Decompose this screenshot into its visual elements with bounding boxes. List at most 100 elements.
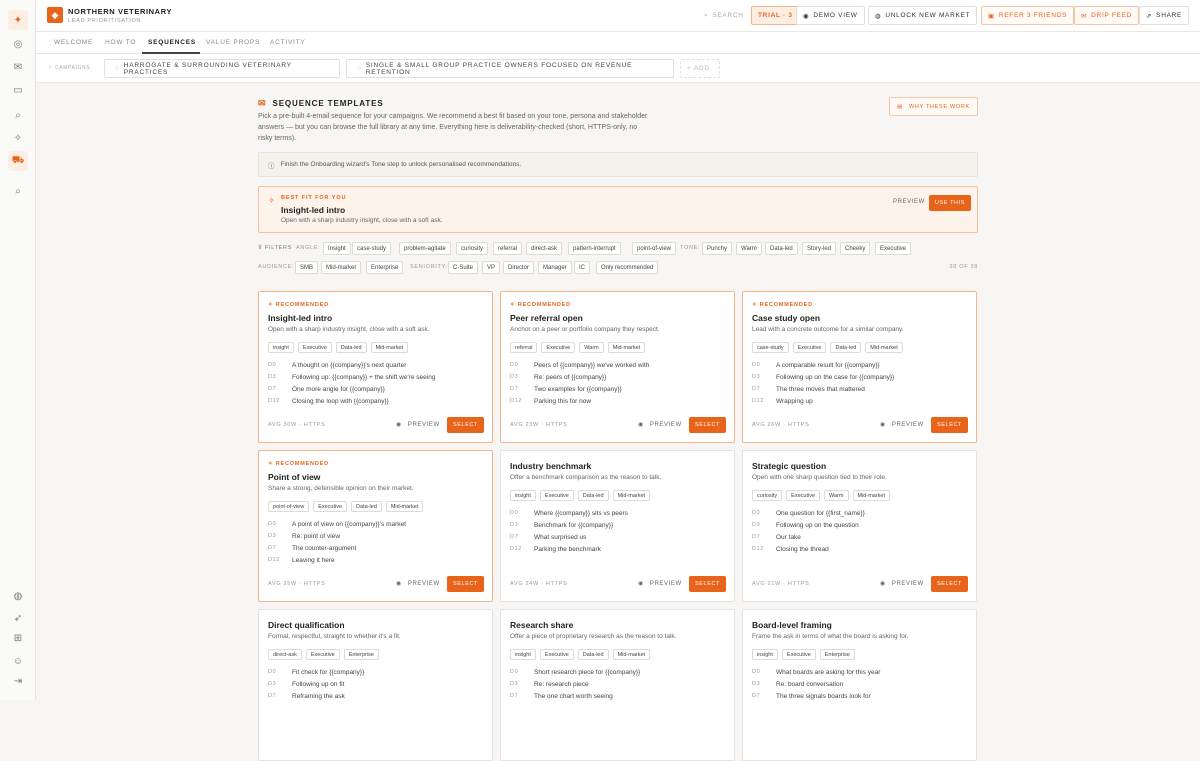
card-meta: AVG 23W · HTTPS [510,422,568,428]
trial-badge[interactable]: TRIAL · 3 [751,6,800,25]
search-icon: ⌕ [704,11,709,19]
select-button[interactable]: SELECT [447,417,484,433]
card-preview-button[interactable]: ◉ PREVIEW [880,580,924,588]
campaign-chip-owners[interactable]: ○ SINGLE & SMALL GROUP PRACTICE OWNERS FO… [346,59,674,78]
search-nav-icon[interactable]: ⌕ [8,105,28,125]
template-card[interactable]: ✧ RECOMMENDED Case study open Lead with a … [742,291,977,443]
template-card[interactable]: ✧ RECOMMENDED Point of view Share a strong… [258,450,493,602]
step-row: D0 Peers of {{company}} we've worked with [510,359,725,371]
why-label: WHY THESE WORK [908,103,970,110]
why-these-work-button[interactable]: ▤ WHY THESE WORK [889,97,978,116]
logo-mark-icon[interactable]: ✦ [8,10,28,30]
template-card[interactable]: ✧ RECOMMENDED Insight-led intro Open with … [258,291,493,443]
card-preview-button[interactable]: ◉ PREVIEW [396,421,440,429]
cart-icon[interactable]: ⛟ [8,151,28,171]
tag: Enterprise [343,649,379,660]
card-steps: D0 What boards are asking for this year D3… [752,666,967,702]
use-this-button[interactable]: USE THIS [929,195,971,211]
grid-icon[interactable]: ⊞ [8,628,28,648]
logout-icon[interactable]: ⇥ [8,671,28,691]
unlock-market-button[interactable]: ◍ UNLOCK NEW MARKET [868,6,978,25]
filter-chip-direct-ask[interactable]: direct-ask [526,242,563,255]
filter-chip-referral[interactable]: referral [493,242,523,255]
top-bar: ◆ NORTHERN VETERINARY LEAD PRIORITISATIO… [36,0,1200,32]
rocket-icon[interactable]: ➶ [8,608,28,628]
refer-label: REFER 3 FRIENDS [998,12,1068,19]
card-tags: case-study Executive Data-led Mid-market [752,342,903,353]
user-icon[interactable]: ☺ [8,651,28,671]
card-preview-button[interactable]: ◉ PREVIEW [880,421,924,429]
card-subtitle: Formal, respectful, straight to whether … [268,633,401,640]
sparkle-icon[interactable]: ✧ [8,128,28,148]
template-card[interactable]: ✧ RECOMMENDED Peer referral open Anchor on… [500,291,735,443]
share-button[interactable]: ⇗ SHARE [1139,6,1190,25]
card-preview-button[interactable]: ◉ PREVIEW [396,580,440,588]
filter-chip-enterprise[interactable]: Enterprise [366,261,404,274]
template-card[interactable]: Research share Offer a piece of proprieta… [500,609,735,761]
tab-how-to[interactable]: HOW TO [105,39,136,46]
filter-chip-cheeky[interactable]: Cheeky [840,242,871,255]
mail-icon[interactable]: ✉ [8,57,28,77]
search-button[interactable]: ⌕ SEARCH [698,6,750,25]
tab-sequences[interactable]: SEQUENCES [148,39,196,46]
campaign-chip-harrogate[interactable]: ○ HARROGATE & SURROUNDING VETERINARY PRAC… [104,59,340,78]
select-button[interactable]: SELECT [931,417,968,433]
globe-icon[interactable]: ◍ [8,586,28,606]
refer-friends-button[interactable]: ▣ REFER 3 FRIENDS [981,6,1075,25]
select-button[interactable]: SELECT [689,417,726,433]
template-card[interactable]: Industry benchmark Offer a benchmark comp… [500,450,735,602]
step-subject: Re: point of view [292,532,341,540]
template-card[interactable]: Strategic question Open with one sharp qu… [742,450,977,602]
card-steps: D0 A thought on {{company}}'s next quarte… [268,359,483,407]
filter-chip-punchy[interactable]: Punchy [702,242,733,255]
filter-chip-problem-agitate[interactable]: problem-agitate [399,242,451,255]
filter-chip-story-led[interactable]: Story-led [802,242,837,255]
template-card[interactable]: Direct qualification Formal, respectful, … [258,609,493,761]
card-preview-button[interactable]: ◉ PREVIEW [638,421,682,429]
select-button[interactable]: SELECT [689,576,726,592]
section-title-text: SEQUENCE TEMPLATES [272,99,384,108]
filter-chip-case-study[interactable]: case-study [352,242,392,255]
filter-chip-point-of-view[interactable]: point-of-view [632,242,677,255]
tab-activity[interactable]: ACTIVITY [270,39,306,46]
step-day: D12 [752,546,764,552]
magnify-icon[interactable]: ⌕ [8,181,28,201]
tag: Mid-market [852,490,891,501]
chat-icon[interactable]: ▭ [8,80,28,100]
step-day: D0 [752,362,761,368]
filter-chip-vp[interactable]: VP [482,261,501,274]
card-preview-button[interactable]: ◉ PREVIEW [638,580,682,588]
target-icon[interactable]: ◎ [8,34,28,54]
filter-chip-smb[interactable]: SMB [295,261,319,274]
filter-chip-ic[interactable]: IC [574,261,590,274]
select-button[interactable]: SELECT [447,576,484,592]
filter-chip-warm[interactable]: Warm [736,242,762,255]
recommended-label: ✧ RECOMMENDED [268,461,329,467]
filter-chip-mid-market[interactable]: Mid-market [321,261,362,274]
tone-label: TONE: [680,245,701,251]
step-row: D12 Leaving it here [268,554,483,566]
filter-chip-curiosity[interactable]: curiosity [456,242,489,255]
only-recommended-toggle[interactable]: Only recommended [596,261,659,274]
filter-chip-director[interactable]: Director [503,261,535,274]
filter-chip-data-led[interactable]: Data-led [765,242,798,255]
step-subject: Two examples for {{company}} [534,385,622,393]
tag: insight [268,342,294,353]
tab-welcome[interactable]: WELCOME [54,39,93,46]
select-button[interactable]: SELECT [931,576,968,592]
filter-chip-pattern-interrupt[interactable]: pattern-interrupt [568,242,621,255]
angle-label: ANGLE: [296,245,321,251]
demo-view-button[interactable]: ◉ DEMO VIEW [796,6,865,25]
add-campaign-button[interactable]: + ADD [680,59,720,78]
filter-chip-insight[interactable]: Insight [323,242,351,255]
filter-chip-manager[interactable]: Manager [538,261,572,274]
tab-value-props[interactable]: VALUE PROPS [206,39,260,46]
filter-chip-executive[interactable]: Executive [875,242,912,255]
step-row: D7 One more angle for {{company}} [268,383,483,395]
filter-chip-c-suite[interactable]: C-Suite [448,261,479,274]
best-fit-preview-button[interactable]: PREVIEW [893,199,925,205]
card-subtitle: Frame the ask in terms of what the board… [752,633,909,640]
template-card[interactable]: Board-level framing Frame the ask in term… [742,609,977,761]
step-day: D7 [510,534,519,540]
drip-feed-button[interactable]: ✉ DRIP FEED [1074,6,1140,25]
